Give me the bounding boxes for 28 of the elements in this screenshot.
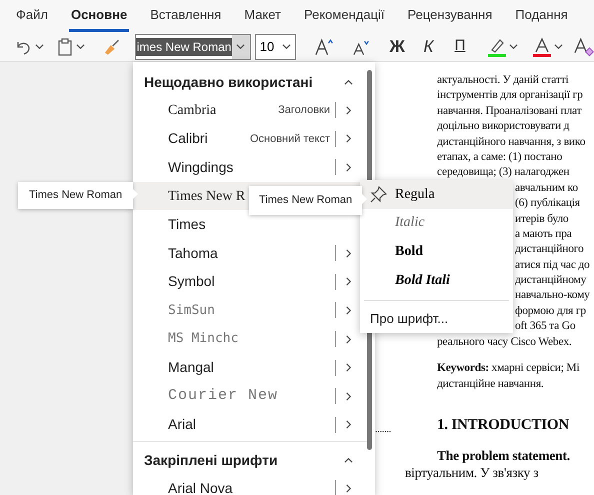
document-line: дистанційного навчання, з вико [437, 136, 586, 148]
section-heading: Нещодавно використані [144, 72, 313, 92]
document-line: дистанційного [515, 243, 584, 256]
section-heading: Закріплені шрифти [144, 450, 278, 470]
document-line: авчальним ко [515, 182, 578, 194]
document-line: інструментів для організації гр [437, 89, 583, 102]
dotted-leader: ....... [375, 422, 392, 437]
font-role-label: Заголовки [278, 103, 330, 118]
document-line: дистанційному [515, 274, 586, 286]
keywords-line: Keywords: хмарні сервіси; Mi [437, 362, 580, 374]
document-line: віртуальним. У зв'язку з [405, 464, 538, 480]
section-heading: 1. INTRODUCTION [437, 416, 570, 436]
font-role-label: Основний текст [250, 132, 330, 147]
paragraph-lead: The problem statement. [437, 448, 570, 463]
document-line: а мають пра [515, 228, 572, 240]
document-line: актуальності. У даній статті [437, 74, 569, 86]
document-line: атися під час до [515, 258, 590, 271]
document-line: дистанційне навчання. [437, 378, 544, 390]
document-line: навчально-кому [515, 289, 590, 302]
document-line: навчання. Проаналізовані плат [437, 104, 582, 117]
document-line: середовища; (3) налагоджен [437, 166, 570, 178]
document-line: доцільно використовувати д [437, 120, 570, 132]
document-line: итерів було [515, 212, 568, 225]
document-line: oft 365 та Go [515, 320, 576, 332]
document-line: реального часу Cisco Webex. [437, 336, 572, 348]
document-line: (6) публікація [515, 197, 580, 210]
document-line: формою для гр [515, 304, 586, 317]
document-line: етапах, а саме: (1) постано [437, 150, 562, 163]
